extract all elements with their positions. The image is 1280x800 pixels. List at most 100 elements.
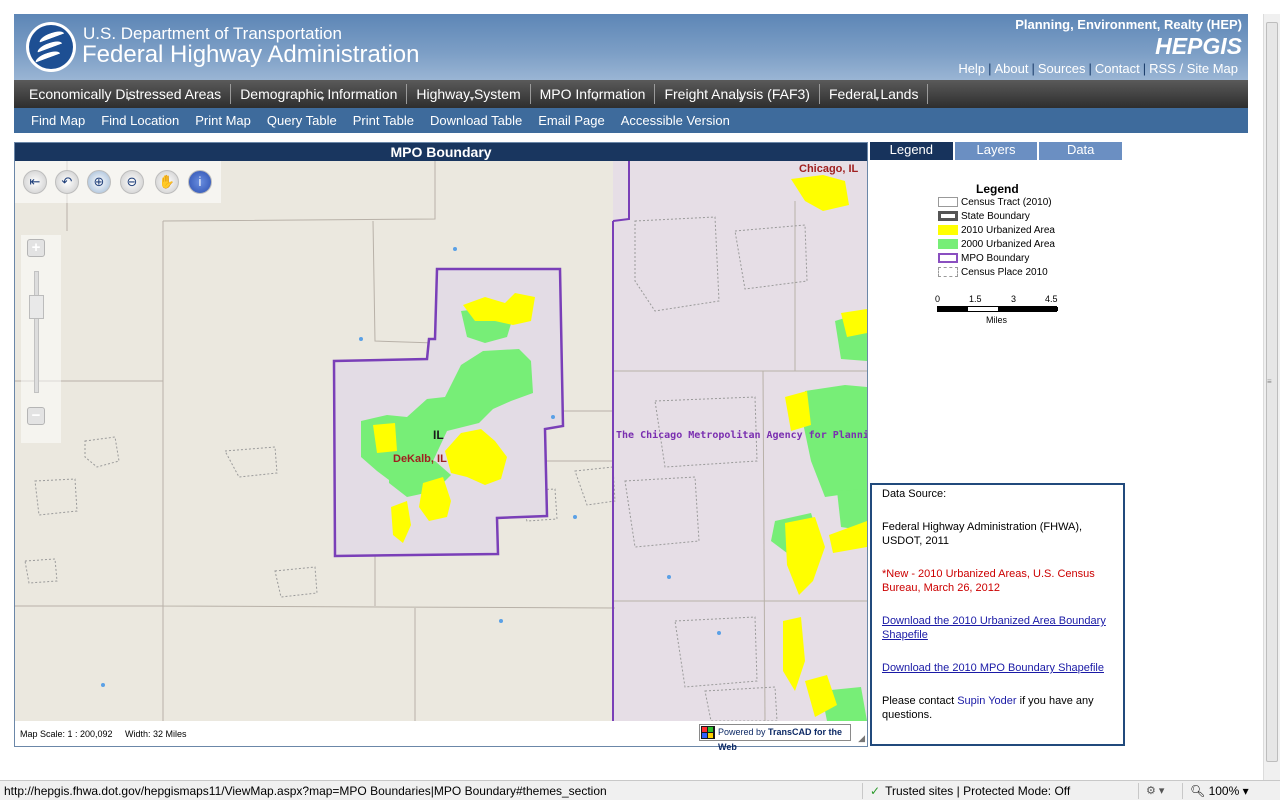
query-table-link[interactable]: Query Table bbox=[267, 113, 337, 128]
contact-prefix: Please contact bbox=[882, 695, 958, 707]
magnifier-icon: 🔍︎ bbox=[1190, 784, 1206, 798]
previous-extent-icon[interactable]: ↶ bbox=[55, 170, 79, 194]
nav-economically-distressed-areas[interactable]: Economically Distressed Areas ▼ bbox=[20, 84, 232, 104]
contact-note: Please contact Supin Yoder if you have a… bbox=[882, 694, 1114, 722]
sub-nav: Find Map Find Location Print Map Query T… bbox=[14, 108, 1248, 133]
scale-tick: 4.5 bbox=[1045, 294, 1058, 304]
agency-label: The Chicago Metropolitan Agency for Plan… bbox=[616, 429, 867, 441]
zone-text: Trusted sites | Protected Mode: Off bbox=[885, 784, 1071, 798]
map-canvas[interactable]: IL DeKalb, IL Chicago, IL The Chicago Me… bbox=[15, 161, 867, 721]
checkmark-icon: ✓ bbox=[870, 784, 881, 798]
dot-logo[interactable] bbox=[26, 22, 76, 72]
map-title: MPO Boundary bbox=[15, 143, 867, 161]
status-url: http://hepgis.fhwa.dot.gov/hepgismaps11/… bbox=[4, 784, 607, 798]
nav-demographic-information[interactable]: Demographic Information ▼ bbox=[231, 84, 408, 104]
map-width: Width: 32 Miles bbox=[125, 729, 187, 739]
mpo-boundary-swatch bbox=[938, 253, 958, 263]
email-page-link[interactable]: Email Page bbox=[538, 113, 604, 128]
scale-bar bbox=[937, 306, 1058, 312]
map-scale: Map Scale: 1 : 200,092 bbox=[20, 729, 113, 739]
legend-panel: Legend Census Tract (2010) State Boundar… bbox=[870, 160, 1124, 482]
zoom-handle[interactable] bbox=[29, 295, 44, 319]
print-map-link[interactable]: Print Map bbox=[195, 113, 251, 128]
city-label: DeKalb, IL bbox=[393, 453, 447, 465]
scale-tick: 1.5 bbox=[969, 294, 982, 304]
resize-grip-icon[interactable]: ◢ bbox=[858, 733, 865, 744]
legend-title: Legend bbox=[976, 182, 1019, 196]
site-header: U.S. Department of Transportation Federa… bbox=[14, 14, 1248, 80]
rss-sitemap-link[interactable]: RSS / Site Map bbox=[1149, 61, 1238, 76]
census-place-swatch bbox=[938, 267, 958, 277]
side-panel: Legend Layers Data Legend Census Tract (… bbox=[870, 142, 1126, 746]
zoom-minus-button[interactable]: − bbox=[27, 407, 45, 425]
download-table-link[interactable]: Download Table bbox=[430, 113, 522, 128]
page-scrollbar[interactable]: ≡ bbox=[1263, 14, 1280, 780]
legend-label: MPO Boundary bbox=[961, 253, 1030, 264]
tab-data[interactable]: Data bbox=[1039, 142, 1123, 160]
scrollbar-grip-icon: ≡ bbox=[1267, 377, 1272, 386]
accessible-version-link[interactable]: Accessible Version bbox=[621, 113, 730, 128]
urbanized-2010-swatch bbox=[938, 225, 958, 235]
scale-tick: 3 bbox=[1011, 294, 1017, 304]
map-graphic[interactable]: IL DeKalb, IL Chicago, IL The Chicago Me… bbox=[15, 161, 867, 721]
map-status-bar: Map Scale: 1 : 200,092 Width: 32 Miles P… bbox=[15, 721, 867, 752]
zoom-slider: + − bbox=[21, 235, 61, 443]
state-label: IL bbox=[433, 428, 444, 442]
full-extent-icon[interactable]: ⇤ bbox=[23, 170, 47, 194]
sources-link[interactable]: Sources bbox=[1038, 61, 1086, 76]
chevron-down-icon: ▼ bbox=[318, 96, 326, 103]
agency-name[interactable]: Federal Highway Administration bbox=[82, 41, 420, 69]
section-title: Planning, Environment, Realty (HEP) bbox=[1015, 17, 1242, 32]
download-urbanized-shapefile-link[interactable]: Download the 2010 Urbanized Area Boundar… bbox=[882, 614, 1114, 642]
browser-status-bar: http://hepgis.fhwa.dot.gov/hepgismaps11/… bbox=[0, 780, 1280, 800]
powered-by-badge[interactable]: Powered by TransCAD for the Web bbox=[699, 724, 851, 752]
contact-name-link[interactable]: Supin Yoder bbox=[957, 695, 1016, 707]
chevron-down-icon: ▼ bbox=[873, 96, 881, 103]
download-mpo-shapefile-link[interactable]: Download the 2010 MPO Boundary Shapefile bbox=[882, 661, 1114, 675]
security-zone[interactable]: ✓ Trusted sites | Protected Mode: Off bbox=[870, 784, 1070, 798]
find-map-link[interactable]: Find Map bbox=[31, 113, 85, 128]
contact-link[interactable]: Contact bbox=[1095, 61, 1140, 76]
find-location-link[interactable]: Find Location bbox=[101, 113, 179, 128]
main-nav: Economically Distressed Areas ▼ Demograph… bbox=[14, 80, 1248, 108]
nav-highway-system[interactable]: Highway System ▼ bbox=[407, 84, 531, 104]
nav-mpo-information[interactable]: MPO Information ▼ bbox=[531, 84, 656, 104]
data-source-panel: Data Source: Federal Highway Administrat… bbox=[870, 483, 1125, 746]
chicago-label: Chicago, IL bbox=[799, 163, 859, 175]
top-links: Help | About | Sources | Contact | RSS / Site Ma… bbox=[958, 61, 1238, 76]
chevron-down-icon: ▼ bbox=[592, 96, 600, 103]
side-tabs: Legend Layers Data bbox=[870, 142, 1124, 160]
legend-label: Census Place 2010 bbox=[961, 267, 1048, 278]
nav-freight-analysis[interactable]: Freight Analysis (FAF3) ▼ bbox=[655, 84, 820, 104]
about-link[interactable]: About bbox=[994, 61, 1028, 76]
zoom-plus-button[interactable]: + bbox=[27, 239, 45, 257]
state-boundary-swatch bbox=[938, 211, 958, 221]
scale-units: Miles bbox=[986, 315, 1008, 325]
help-link[interactable]: Help bbox=[958, 61, 985, 76]
zoom-in-icon[interactable]: ⊕ bbox=[87, 170, 111, 194]
legend-label: 2000 Urbanized Area bbox=[961, 239, 1055, 250]
scale-tick: 0 bbox=[935, 294, 941, 304]
data-source-heading: Data Source: bbox=[882, 488, 947, 500]
zoom-level[interactable]: 🔍︎ 100% ▾ bbox=[1190, 784, 1249, 798]
scrollbar-thumb[interactable] bbox=[1266, 22, 1278, 762]
pan-hand-icon[interactable]: ✋ bbox=[155, 170, 179, 194]
tab-layers[interactable]: Layers bbox=[954, 142, 1038, 160]
chevron-down-icon: ▼ bbox=[125, 96, 133, 103]
powered-prefix: Powered by bbox=[718, 727, 769, 737]
urbanized-2000-swatch bbox=[938, 239, 958, 249]
nav-federal-lands[interactable]: Federal Lands ▼ bbox=[820, 84, 929, 104]
zoom-out-icon[interactable]: ⊖ bbox=[120, 170, 144, 194]
browser-viewport: U.S. Department of Transportation Federa… bbox=[0, 0, 1280, 800]
zoom-track[interactable] bbox=[34, 271, 39, 393]
zoom-value: 100% bbox=[1208, 784, 1240, 798]
legend-label: 2010 Urbanized Area bbox=[961, 225, 1055, 236]
census-tract-swatch bbox=[938, 197, 958, 207]
info-icon[interactable]: i bbox=[188, 170, 212, 194]
popup-settings-icon[interactable]: ⚙ ▾ bbox=[1146, 784, 1164, 797]
app-title: HEPGIS bbox=[1155, 33, 1242, 59]
new-data-note: *New - 2010 Urbanized Areas, U.S. Census… bbox=[882, 568, 1095, 594]
print-table-link[interactable]: Print Table bbox=[353, 113, 414, 128]
tab-legend[interactable]: Legend bbox=[870, 142, 953, 160]
map-panel: MPO Boundary IL DeKalb, IL Chicago, IL T… bbox=[14, 142, 868, 752]
